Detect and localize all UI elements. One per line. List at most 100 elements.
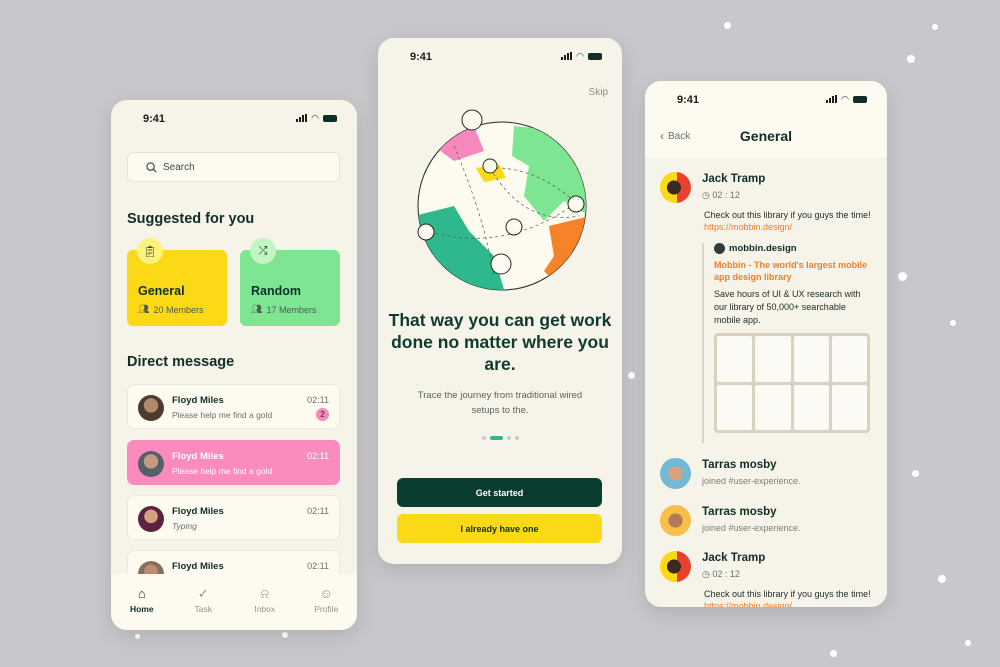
user-icon: ☺ xyxy=(319,586,333,601)
members-icon: 👥︎ xyxy=(138,304,150,314)
members-icon: 👥︎ xyxy=(251,304,263,314)
status-time: 9:41 xyxy=(410,51,433,63)
onboarding-subtitle: Trace the journey from traditional wired… xyxy=(417,390,583,416)
tab-task[interactable]: ✓ Task xyxy=(178,586,228,630)
skip-button[interactable]: Skip xyxy=(589,87,608,98)
post-link[interactable]: https://mobbin.design/ xyxy=(704,601,792,607)
dm-typing-status: Typing xyxy=(172,521,197,531)
tab-label: Task xyxy=(194,604,212,614)
status-time: 9:41 xyxy=(143,113,166,125)
tab-inbox[interactable]: ⍾ Inbox xyxy=(240,586,290,630)
tab-profile[interactable]: ☺ Profile xyxy=(301,586,351,630)
snow-dot xyxy=(724,22,731,29)
clipboard-icon: 📋︎ xyxy=(137,238,163,264)
onboarding-screen: 9:41 ◠ Skip That way you can get work do… xyxy=(378,38,622,564)
preview-site: mobbin.design xyxy=(729,243,797,254)
preview-image xyxy=(714,333,870,433)
wifi-icon: ◠ xyxy=(576,51,584,61)
message-feed[interactable]: Jack Tramp ◷ 02 : 12 Check out this libr… xyxy=(645,158,887,607)
avatar xyxy=(660,551,691,582)
dm-time: 02:11 xyxy=(307,561,329,571)
onboarding-headline: That way you can get work done no matter… xyxy=(388,310,612,374)
snow-dot xyxy=(830,650,837,657)
clock-icon: ◷ xyxy=(702,190,710,200)
signal-icon xyxy=(296,114,308,122)
post-author: Jack Tramp xyxy=(702,552,766,564)
post-text-body: Check out this library if you guys the t… xyxy=(704,210,871,220)
already-have-account-button[interactable]: I already have one xyxy=(397,514,602,543)
suggested-title: Suggested for you xyxy=(127,211,255,227)
tab-bar: ⌂ Home ✓ Task ⍾ Inbox ☺ Profile xyxy=(111,574,357,630)
dm-list-item[interactable]: Floyd Miles 02:11 Please help me find a … xyxy=(127,440,340,485)
snow-dot xyxy=(912,470,919,477)
avatar xyxy=(138,395,164,421)
channel-members: 17 Members xyxy=(266,304,317,315)
channel-card-random[interactable]: ⤮ Random 👥︎ 17 Members xyxy=(240,238,340,326)
dm-name: Floyd Miles xyxy=(172,506,224,517)
battery-icon xyxy=(588,52,602,60)
get-started-button[interactable]: Get started xyxy=(397,478,602,507)
snow-dot xyxy=(907,55,915,63)
dm-list-item[interactable]: Floyd Miles 02:11 Please help me find a … xyxy=(127,384,340,429)
snow-dot xyxy=(628,372,635,379)
status-time: 9:41 xyxy=(677,94,700,106)
channel-card-general[interactable]: 📋︎ General 👥︎ 20 Members xyxy=(127,238,227,326)
battery-icon xyxy=(323,114,337,122)
unread-badge: 2 xyxy=(316,408,329,421)
snow-dot xyxy=(938,575,946,583)
snow-dot xyxy=(898,272,907,281)
bell-icon: ⍾ xyxy=(260,586,270,601)
channel-screen: 9:41 ◠ ‹ Back General Jack Tramp ◷ 02 : … xyxy=(645,81,887,607)
preview-title: Mobbin - The world's largest mobile app … xyxy=(714,260,868,282)
search-placeholder: Search xyxy=(163,161,195,173)
signal-icon xyxy=(561,52,573,60)
status-bar: 9:41 ◠ xyxy=(645,81,887,121)
post-author: Jack Tramp xyxy=(702,173,766,185)
dm-message: Please help me find a gold xyxy=(172,410,273,420)
post-author: Tarras mosby xyxy=(702,506,777,518)
channel-title: General xyxy=(739,128,793,144)
snow-dot xyxy=(135,634,140,639)
home-screen: 9:41 ◠ Search Suggested for you 📋︎ Gener… xyxy=(111,100,357,630)
channel-name: General xyxy=(138,284,185,298)
page-dot-active xyxy=(489,436,503,440)
avatar xyxy=(660,458,691,489)
dm-message: Please help me find a gold xyxy=(172,466,273,476)
tab-label: Inbox xyxy=(254,604,276,614)
clock-icon: ◷ xyxy=(702,569,710,579)
status-bar: 9:41 ◠ xyxy=(378,38,622,78)
tab-label: Profile xyxy=(314,604,339,614)
dm-time: 02:11 xyxy=(307,506,329,516)
search-input[interactable]: Search xyxy=(127,152,340,182)
post-time: ◷ 02 : 12 xyxy=(702,569,740,580)
avatar xyxy=(138,506,164,532)
post-text: Check out this library if you guys the t… xyxy=(704,209,874,233)
dm-name: Floyd Miles xyxy=(172,561,224,572)
page-dot xyxy=(506,436,511,440)
page-indicator xyxy=(378,436,622,440)
avatar xyxy=(138,451,164,477)
avatar xyxy=(660,505,691,536)
avatar xyxy=(660,172,691,203)
channel-name: Random xyxy=(251,284,301,298)
post-link[interactable]: https://mobbin.design/ xyxy=(704,222,792,232)
snow-dot xyxy=(282,632,288,638)
dm-name: Floyd Miles xyxy=(172,451,224,462)
direct-message-title: Direct message xyxy=(127,354,235,370)
dm-time: 02:11 xyxy=(307,395,329,405)
post-time-value: 02 : 12 xyxy=(712,569,740,579)
link-preview[interactable]: mobbin.design Mobbin - The world's large… xyxy=(702,243,870,443)
shuffle-icon: ⤮ xyxy=(250,238,276,264)
signal-icon xyxy=(826,95,838,103)
snow-dot xyxy=(965,640,971,646)
dm-list-item[interactable]: Floyd Miles 02:11 Typing xyxy=(127,495,340,540)
post-author: Tarras mosby xyxy=(702,459,777,471)
site-avatar xyxy=(714,243,725,254)
preview-description: Save hours of UI & UX research with our … xyxy=(714,289,861,325)
channel-members: 20 Members xyxy=(153,304,204,315)
check-circle-icon: ✓ xyxy=(197,586,209,601)
home-icon: ⌂ xyxy=(137,586,146,601)
globe-illustration xyxy=(417,109,587,291)
tab-home[interactable]: ⌂ Home xyxy=(117,586,167,630)
post-time-value: 02 : 12 xyxy=(712,190,740,200)
